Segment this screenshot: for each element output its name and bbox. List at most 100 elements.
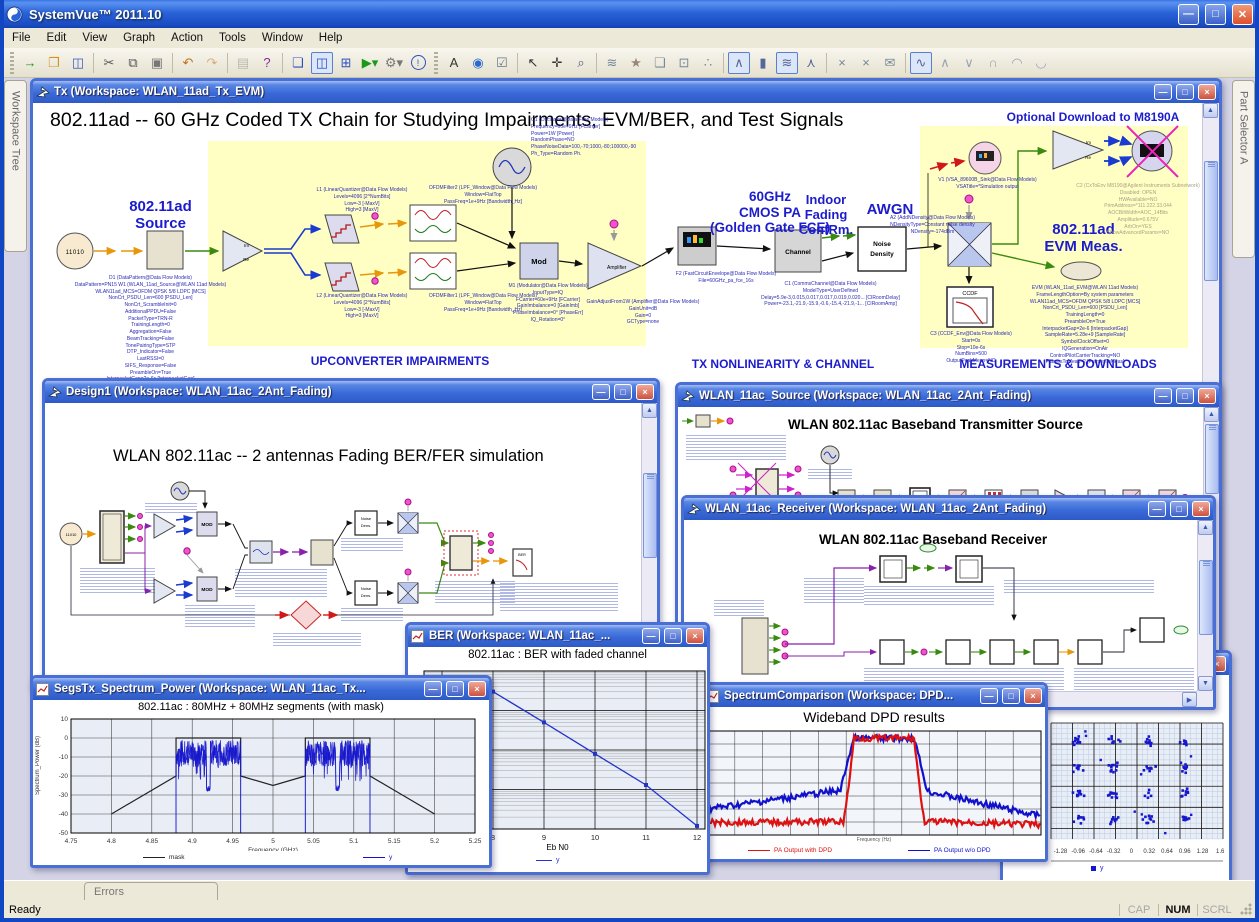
preview-page-icon[interactable]: ❏: [649, 52, 671, 74]
eye-icon[interactable]: ◉: [467, 52, 489, 74]
app-titlebar[interactable]: SystemVue™ 2011.10 — □ ✕: [0, 0, 1259, 28]
import-icon[interactable]: →: [19, 52, 41, 74]
ber-minimize-button[interactable]: —: [642, 628, 660, 644]
annotation-icon[interactable]: A: [443, 52, 465, 74]
receiver-scroll-right-button[interactable]: ▶: [1182, 692, 1197, 707]
undo-icon[interactable]: ↶: [177, 52, 199, 74]
save-icon[interactable]: ◫: [67, 52, 89, 74]
multi-trace-icon[interactable]: ≋: [776, 52, 798, 74]
markers-icon[interactable]: ∴: [697, 52, 719, 74]
source-scroll-up-button[interactable]: ▲: [1204, 407, 1219, 422]
menu-window[interactable]: Window: [254, 30, 311, 46]
design1-maximize-button[interactable]: □: [614, 384, 632, 400]
source-minimize-button[interactable]: —: [1154, 388, 1172, 404]
envelope-trace-icon[interactable]: ✉: [879, 52, 901, 74]
wave-down-icon[interactable]: ∨: [958, 52, 980, 74]
toolbar-gripper[interactable]: [434, 52, 438, 74]
source-scroll-thumb[interactable]: [1205, 424, 1219, 494]
spectrumcomparison-maximize-button[interactable]: □: [1002, 688, 1020, 704]
help-icon[interactable]: ?: [256, 52, 278, 74]
menu-help[interactable]: Help: [311, 30, 351, 46]
receiver-scroll-down-button[interactable]: ▼: [1198, 676, 1213, 691]
redo-icon[interactable]: ↷: [201, 52, 223, 74]
app-minimize-button[interactable]: —: [1178, 4, 1199, 25]
source-maximize-button[interactable]: □: [1176, 388, 1194, 404]
cut-icon[interactable]: ✂: [98, 52, 120, 74]
design1-scroll-up-button[interactable]: ▲: [642, 403, 657, 418]
spectrumcomparison-close-button[interactable]: ×: [1024, 688, 1042, 704]
spectrumcomparison-minimize-button[interactable]: —: [980, 688, 998, 704]
window-spectrumcomparison-titlebar[interactable]: SpectrumComparison (Workspace: DPD... — …: [703, 685, 1045, 707]
constellation-chart[interactable]: -1.28-0.96-0.64-0.3200.320.640.961.281.6: [1049, 721, 1229, 867]
smooth-trace-icon[interactable]: ∿: [910, 52, 932, 74]
zoom-icon[interactable]: ⌕: [570, 52, 592, 74]
tx-close-button[interactable]: ×: [1198, 84, 1216, 100]
ber-close-button[interactable]: ×: [686, 628, 704, 644]
window-tile-horizontal-icon[interactable]: ◫: [311, 52, 333, 74]
segstx-maximize-button[interactable]: □: [446, 681, 464, 697]
errors-tab[interactable]: Errors: [84, 882, 218, 900]
open-icon[interactable]: ❐: [43, 52, 65, 74]
marker-peak-icon[interactable]: ∧: [728, 52, 750, 74]
fit-view-icon[interactable]: ⊡: [673, 52, 695, 74]
menu-action[interactable]: Action: [163, 30, 211, 46]
window-cascade-icon[interactable]: ❏: [287, 52, 309, 74]
window-design1-titlebar[interactable]: Design1 (Workspace: WLAN_11ac_2Ant_Fadin…: [45, 381, 657, 403]
tx-scroll-thumb[interactable]: [1204, 161, 1218, 281]
app-maximize-button[interactable]: □: [1205, 4, 1226, 25]
receiver-schematic-canvas[interactable]: WLAN 802.11ac Baseband Receiver: [684, 520, 1213, 707]
source-close-button[interactable]: ×: [1198, 388, 1216, 404]
segstx-minimize-button[interactable]: —: [424, 681, 442, 697]
print-icon[interactable]: ▤: [232, 52, 254, 74]
segstx-chart[interactable]: 4.754.84.854.94.9555.055.15.155.25.25100…: [33, 715, 489, 851]
wave-arc-lower-icon[interactable]: ◡: [1030, 52, 1052, 74]
ber-maximize-button[interactable]: □: [664, 628, 682, 644]
menu-graph[interactable]: Graph: [115, 30, 163, 46]
select-cursor-icon[interactable]: ↖: [522, 52, 544, 74]
paste-icon[interactable]: ▣: [146, 52, 168, 74]
window-tile-vertical-icon[interactable]: ⊞: [335, 52, 357, 74]
delete-all-traces-icon[interactable]: ×: [855, 52, 877, 74]
design1-scroll-thumb[interactable]: [643, 473, 657, 558]
zigzag-trace-icon[interactable]: ≋: [601, 52, 623, 74]
trace-list-icon[interactable]: ▮: [752, 52, 774, 74]
wave-arc-icon[interactable]: ∩: [982, 52, 1004, 74]
tx-maximize-button[interactable]: □: [1176, 84, 1194, 100]
menu-edit[interactable]: Edit: [39, 30, 75, 46]
resize-grip[interactable]: [1240, 903, 1253, 916]
window-source-titlebar[interactable]: WLAN_11ac_Source (Workspace: WLAN_11ac_2…: [678, 385, 1219, 407]
vertical-cursor-icon[interactable]: ⋏: [800, 52, 822, 74]
menu-tools[interactable]: Tools: [211, 30, 254, 46]
window-receiver-titlebar[interactable]: WLAN_11ac_Receiver (Workspace: WLAN_11ac…: [684, 498, 1213, 520]
app-close-button[interactable]: ✕: [1232, 4, 1253, 25]
receiver-minimize-button[interactable]: —: [1148, 501, 1166, 517]
pan-icon[interactable]: ✛: [546, 52, 568, 74]
delete-trace-icon[interactable]: ×: [831, 52, 853, 74]
segstx-plot-area[interactable]: 802.11ac : 80MHz + 80MHz segments (with …: [33, 700, 489, 865]
window-segstx-titlebar[interactable]: SegsTx_Spectrum_Power (Workspace: WLAN_1…: [33, 678, 489, 700]
design1-close-button[interactable]: ×: [636, 384, 654, 400]
dpd-chart[interactable]: [705, 729, 1043, 837]
window-tx-titlebar[interactable]: Tx (Workspace: WLAN_11ad_Tx_EVM) — □ ×: [33, 81, 1219, 103]
receiver-close-button[interactable]: ×: [1192, 501, 1210, 517]
favorites-icon[interactable]: ★: [625, 52, 647, 74]
run-icon[interactable]: ▶▾: [359, 52, 381, 74]
wave-arc-upper-icon[interactable]: ◠: [1006, 52, 1028, 74]
receiver-vertical-scrollbar[interactable]: ▲ ▼: [1197, 520, 1213, 691]
options-grid-icon[interactable]: ☑: [491, 52, 513, 74]
workspace-tree-tab[interactable]: Workspace Tree: [4, 80, 27, 252]
validate-icon[interactable]: !: [407, 52, 429, 74]
receiver-scroll-up-button[interactable]: ▲: [1198, 520, 1213, 535]
tx-scroll-up-button[interactable]: ▲: [1203, 103, 1218, 118]
spectrumcomparison-plot-area[interactable]: Wideband DPD results Frequency (Hz) PA O…: [703, 707, 1045, 859]
menu-view[interactable]: View: [74, 30, 115, 46]
simulation-settings-icon[interactable]: ⚙▾: [383, 52, 405, 74]
receiver-maximize-button[interactable]: □: [1170, 501, 1188, 517]
receiver-scroll-thumb[interactable]: [1199, 560, 1213, 635]
design1-minimize-button[interactable]: —: [592, 384, 610, 400]
window-ber-titlebar[interactable]: BER (Workspace: WLAN_11ac_... — □ ×: [408, 625, 707, 647]
segstx-close-button[interactable]: ×: [468, 681, 486, 697]
copy-icon[interactable]: ⧉: [122, 52, 144, 74]
menu-file[interactable]: File: [4, 30, 39, 46]
wave-up-icon[interactable]: ∧: [934, 52, 956, 74]
